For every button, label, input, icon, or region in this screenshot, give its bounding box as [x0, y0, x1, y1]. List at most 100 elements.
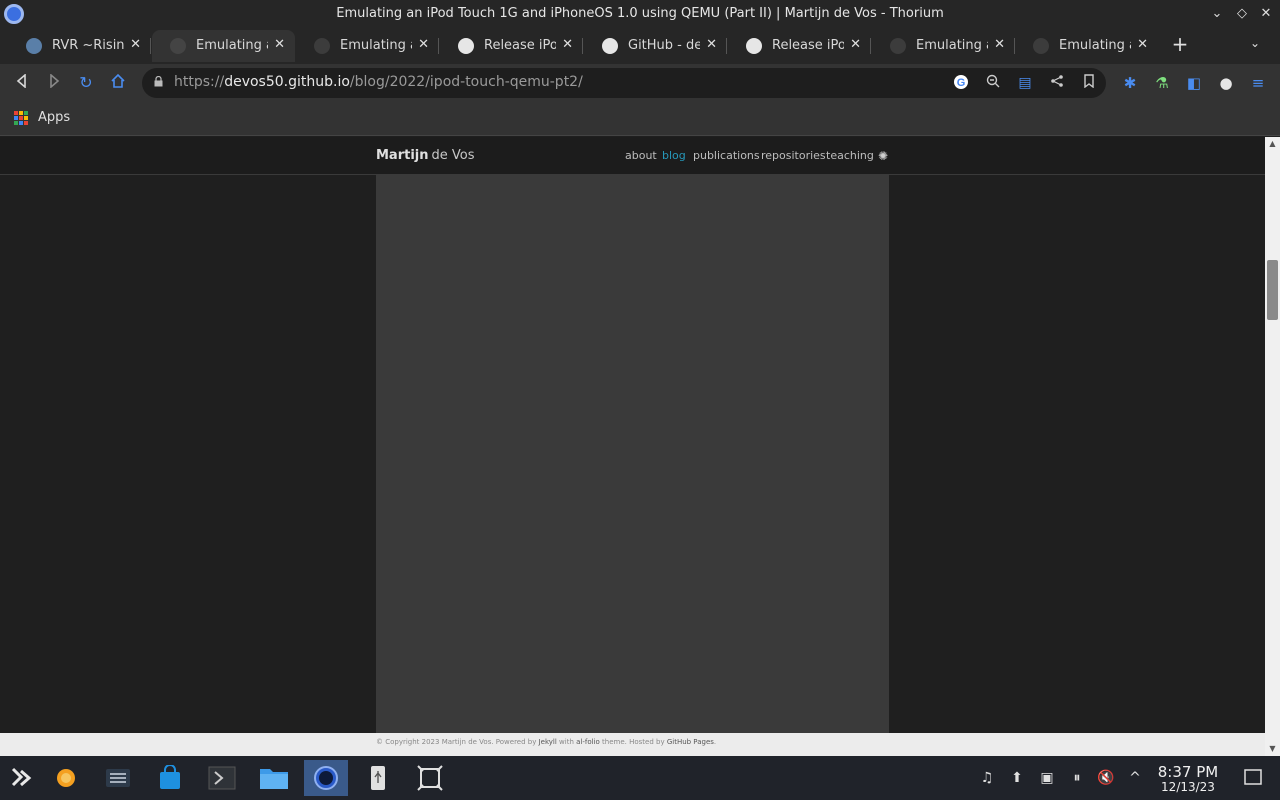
tab-label: Emulating an [1059, 38, 1131, 53]
page-viewport[interactable]: Martijn de Vos about blog publications re… [0, 137, 1265, 756]
show-desktop-icon[interactable] [1244, 769, 1262, 787]
bookmark-icon[interactable] [1080, 74, 1098, 92]
site-brand[interactable]: Martijn de Vos [376, 148, 475, 163]
brand-first-name: Martijn [376, 148, 429, 163]
media-pause-icon[interactable]: ⏸ [1068, 769, 1086, 787]
tab-close-icon[interactable]: ✕ [994, 37, 1005, 52]
nav-link-about[interactable]: about [625, 149, 657, 162]
profile-avatar-icon[interactable]: ● [1216, 73, 1236, 93]
maximize-diamond-icon[interactable]: ◇ [1233, 5, 1251, 23]
page-scrollbar[interactable]: ▲ ▼ [1265, 137, 1280, 756]
tab-close-icon[interactable]: ✕ [850, 37, 861, 52]
tab-label: Emulating an [196, 38, 268, 53]
scrollbar-thumb[interactable] [1267, 260, 1278, 320]
minimize-chevron-icon[interactable]: ⌄ [1208, 5, 1226, 23]
home-icon[interactable] [108, 73, 128, 93]
tab-strip: RVR ~Rising ✕ Emulating an ✕ Emulating a… [0, 28, 1280, 64]
overview-window-icon[interactable] [408, 760, 452, 796]
window-titlebar: Emulating an iPod Touch 1G and iPhoneOS … [0, 0, 1280, 28]
address-bar[interactable]: https://devos50.github.io/blog/2022/ipod… [142, 68, 1106, 98]
system-settings-icon[interactable] [96, 760, 140, 796]
terminal-icon[interactable] [200, 760, 244, 796]
tab-rvr-rising[interactable]: RVR ~Rising ✕ [8, 30, 151, 62]
tab-close-icon[interactable]: ✕ [418, 37, 429, 52]
url-text[interactable]: https://devos50.github.io/blog/2022/ipod… [174, 74, 583, 90]
tab-label: Release iPod [484, 38, 556, 53]
browser-toolbar: ↻ https://devos50.github.io/blog/2022/ip… [0, 64, 1280, 102]
theme-toggle-icon[interactable]: ✺ [878, 149, 888, 163]
footer-text: . [713, 738, 717, 746]
close-window-icon[interactable]: ✕ [1257, 5, 1275, 23]
share-icon[interactable] [1048, 74, 1066, 92]
labs-flask-icon[interactable]: ⚗ [1152, 73, 1172, 93]
tab-separator [438, 38, 439, 54]
clipboard-icon[interactable]: ▣ [1038, 769, 1056, 787]
footer-link-theme[interactable]: al-folio [576, 738, 600, 746]
apps-bookmark[interactable]: Apps [38, 110, 70, 125]
nav-link-blog[interactable]: blog [662, 149, 686, 162]
window-title: Emulating an iPod Touch 1G and iPhoneOS … [336, 6, 944, 21]
extensions-puzzle-icon[interactable]: ✱ [1120, 73, 1140, 93]
footer-link-jekyll[interactable]: Jekyll [539, 738, 557, 746]
lock-icon[interactable] [154, 76, 163, 87]
notifications-bell-icon[interactable]: ♫ [978, 769, 996, 787]
system-taskbar: ♫ ⬆ ▣ ⏸ 🔇 ^ 8:37 PM 12/13/23 [0, 756, 1280, 800]
tab-close-icon[interactable]: ✕ [706, 37, 717, 52]
site-favicon-icon [170, 38, 186, 54]
footer-text: with [556, 738, 577, 746]
tab-close-icon[interactable]: ✕ [1137, 37, 1148, 52]
site-footer: © Copyright 2023 Martijn de Vos. Powered… [0, 733, 1265, 756]
tab-label: Emulating an [340, 38, 412, 53]
tab-separator [582, 38, 583, 54]
update-notifier-icon[interactable]: ⬆ [1008, 769, 1026, 787]
thorium-browser-taskbar-icon[interactable] [304, 760, 348, 796]
system-clock[interactable]: 8:37 PM 12/13/23 [1152, 763, 1224, 794]
menu-icon[interactable]: ≡ [1248, 73, 1268, 93]
reading-mode-icon[interactable]: ▤ [1016, 74, 1034, 92]
nav-link-repositories[interactable]: repositories [761, 149, 826, 162]
zoom-icon[interactable] [984, 74, 1002, 92]
tab-close-icon[interactable]: ✕ [274, 37, 285, 52]
tab-release-ipod-2[interactable]: Release iPod ✕ [728, 30, 871, 62]
tab-emulating-active[interactable]: Emulating an ✕ [152, 30, 295, 62]
rvr-favicon-icon [26, 38, 42, 54]
nav-link-teaching[interactable]: teaching [826, 149, 874, 162]
weather-sun-icon[interactable] [44, 760, 88, 796]
clock-date: 12/13/23 [1161, 780, 1215, 794]
tray-expand-chevron-icon[interactable]: ^ [1126, 769, 1144, 787]
tab-emulating-3[interactable]: Emulating an ✕ [872, 30, 1015, 62]
tab-emulating[interactable]: Emulating an ✕ [296, 30, 439, 62]
reload-icon[interactable]: ↻ [76, 73, 96, 93]
github-icon [746, 38, 762, 54]
clock-time: 8:37 PM [1157, 763, 1219, 781]
usb-drive-icon[interactable] [356, 760, 400, 796]
side-panel-icon[interactable]: ◧ [1184, 73, 1204, 93]
scroll-up-arrow-icon[interactable]: ▲ [1265, 137, 1280, 151]
github-icon [458, 38, 474, 54]
tab-label: Emulating an [916, 38, 988, 53]
article-content-area [376, 175, 889, 733]
github-icon [602, 38, 618, 54]
forward-arrow-icon[interactable] [44, 73, 64, 93]
tab-emulating-4[interactable]: Emulating an ✕ [1015, 30, 1158, 62]
tab-github-dev[interactable]: GitHub - dev ✕ [584, 30, 727, 62]
footer-text: © Copyright 2023 Martijn de Vos. Powered… [376, 738, 539, 746]
apps-grid-icon[interactable] [14, 111, 28, 125]
tab-release-ipod[interactable]: Release iPod ✕ [440, 30, 583, 62]
url-scheme: https:// [174, 74, 225, 90]
tab-close-icon[interactable]: ✕ [130, 37, 141, 52]
volume-muted-icon[interactable]: 🔇 [1097, 769, 1115, 787]
footer-link-github-pages[interactable]: GitHub Pages [667, 738, 714, 746]
file-manager-folder-icon[interactable] [252, 760, 296, 796]
url-path: /blog/2022/ipod-touch-qemu-pt2/ [349, 74, 583, 90]
google-lens-icon[interactable]: G [952, 74, 970, 92]
discover-store-icon[interactable] [148, 760, 192, 796]
tab-close-icon[interactable]: ✕ [562, 37, 573, 52]
nav-link-publications[interactable]: publications [693, 149, 760, 162]
app-launcher-icon[interactable] [0, 760, 44, 796]
back-arrow-icon[interactable] [12, 73, 32, 93]
new-tab-plus-icon[interactable]: + [1170, 34, 1190, 54]
bookmarks-bar: Apps [0, 102, 1280, 136]
tab-search-chevron-icon[interactable]: ⌄ [1250, 36, 1260, 50]
scroll-down-arrow-icon[interactable]: ▼ [1265, 742, 1280, 756]
